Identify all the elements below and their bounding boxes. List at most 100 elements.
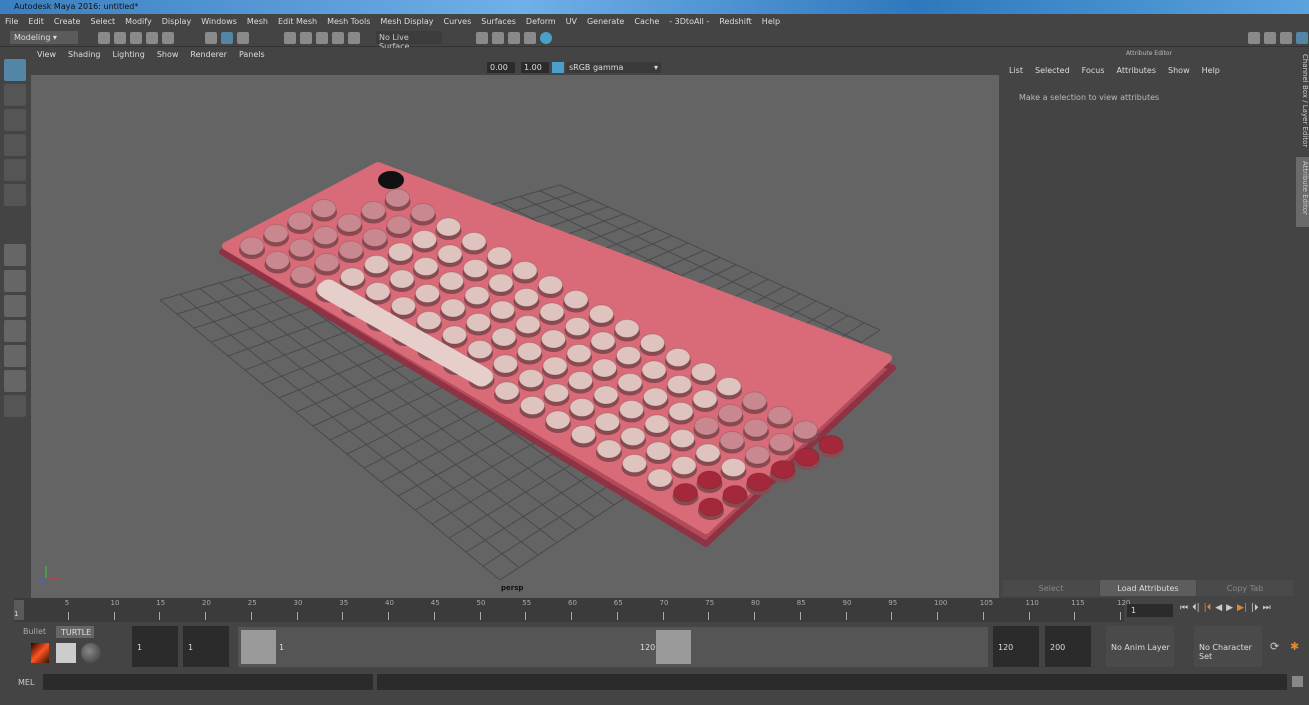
custom-layout-icon[interactable] (4, 395, 26, 417)
menu-curves[interactable]: Curves (438, 14, 476, 29)
range-end-handle[interactable] (656, 630, 691, 664)
step-back-key-icon[interactable]: |⏴ (1204, 603, 1212, 613)
script-editor-icon[interactable] (1292, 676, 1303, 687)
menu-help[interactable]: Help (757, 14, 785, 29)
render-view-icon[interactable] (524, 32, 536, 44)
menu-select[interactable]: Select (85, 14, 120, 29)
attr-menu-help[interactable]: Help (1196, 64, 1226, 77)
menu-mesh[interactable]: Mesh (242, 14, 273, 29)
select-button[interactable]: Select (1003, 580, 1099, 596)
exposure-field[interactable]: 0.00 (487, 62, 515, 73)
select-object-icon[interactable] (221, 32, 233, 44)
color-space-dropdown[interactable]: sRGB gamma ▾ (566, 62, 661, 73)
select-component-icon[interactable] (237, 32, 249, 44)
menu-generate[interactable]: Generate (582, 14, 629, 29)
menu-create[interactable]: Create (49, 14, 86, 29)
lasso-tool-icon[interactable] (4, 84, 26, 106)
go-to-end-icon[interactable]: ⏭ (1263, 603, 1271, 613)
step-forward-icon[interactable]: |⏵ (1251, 603, 1259, 613)
panel-menu-shading[interactable]: Shading (62, 48, 107, 60)
go-to-start-icon[interactable]: ⏮ (1180, 603, 1188, 613)
live-surface-field[interactable]: No Live Surface (376, 31, 442, 51)
anim-layer-dropdown[interactable]: No Anim Layer (1106, 626, 1174, 667)
toggle-tool-icon[interactable] (1280, 32, 1292, 44)
menu-surfaces[interactable]: Surfaces (476, 14, 521, 29)
paint-select-tool-icon[interactable] (4, 109, 26, 131)
save-scene-icon[interactable] (130, 32, 142, 44)
attr-menu-focus[interactable]: Focus (1076, 64, 1111, 77)
panel-menu-show[interactable]: Show (151, 48, 185, 60)
menu-cache[interactable]: Cache (629, 14, 664, 29)
3d-viewport[interactable]: persp (31, 75, 999, 598)
menu-mesh-display[interactable]: Mesh Display (375, 14, 438, 29)
panel-menu-view[interactable]: View (31, 48, 62, 60)
graph-layout-icon[interactable] (4, 345, 26, 367)
playback-end-field[interactable]: 120 (993, 626, 1039, 667)
rotate-tool-icon[interactable] (4, 159, 26, 181)
toggle-layout-icon[interactable] (1248, 32, 1260, 44)
start-time-field[interactable]: 1 (132, 626, 178, 667)
ipr-render-icon[interactable] (508, 32, 520, 44)
render-settings-icon[interactable] (476, 32, 488, 44)
menu-modify[interactable]: Modify (120, 14, 157, 29)
hypershade-icon[interactable] (540, 32, 552, 44)
menu-redshift[interactable]: Redshift (714, 14, 756, 29)
play-backward-icon[interactable]: ◀ (1215, 603, 1222, 613)
snap-view-icon[interactable] (332, 32, 344, 44)
menu-3dtoall[interactable]: - 3DtoAll - (664, 14, 714, 29)
select-tool-icon[interactable] (4, 59, 26, 81)
new-scene-icon[interactable] (98, 32, 110, 44)
tab-attribute-editor[interactable]: Attribute Editor (1296, 157, 1309, 227)
anim-prefs-icon[interactable]: ✱ (1290, 640, 1299, 653)
color-management-icon[interactable] (552, 62, 564, 73)
toggle-panel-icon[interactable] (1264, 32, 1276, 44)
menu-file[interactable]: File (0, 14, 23, 29)
menu-windows[interactable]: Windows (196, 14, 242, 29)
single-view-layout-icon[interactable] (4, 244, 26, 266)
attr-menu-selected[interactable]: Selected (1029, 64, 1076, 77)
render-frame-icon[interactable] (492, 32, 504, 44)
snap-grid-icon[interactable] (284, 32, 296, 44)
menu-deform[interactable]: Deform (521, 14, 561, 29)
menu-display[interactable]: Display (157, 14, 197, 29)
menu-set-dropdown[interactable]: Modeling ▾ (10, 31, 78, 44)
panel-menu-renderer[interactable]: Renderer (184, 48, 233, 60)
panel-menu-lighting[interactable]: Lighting (106, 48, 150, 60)
move-tool-icon[interactable] (4, 134, 26, 156)
attribute-editor-toggle-icon[interactable] (1296, 32, 1308, 44)
tab-channel-box[interactable]: Channel Box / Layer Editor (1296, 50, 1309, 155)
current-frame-field[interactable]: 1 (1127, 604, 1173, 617)
range-slider[interactable]: 1 120 (238, 627, 988, 667)
menu-edit[interactable]: Edit (23, 14, 49, 29)
command-language-label[interactable]: MEL (18, 678, 34, 687)
scene-canvas[interactable] (31, 75, 999, 598)
shelf-sphere-icon[interactable] (81, 643, 101, 663)
auto-key-icon[interactable]: ⟳ (1270, 640, 1279, 653)
shelf-tab-turtle[interactable]: TURTLE (56, 626, 94, 638)
hypershade-layout-icon[interactable] (4, 370, 26, 392)
scale-tool-icon[interactable] (4, 184, 26, 206)
four-view-layout-icon[interactable] (4, 270, 26, 292)
menu-mesh-tools[interactable]: Mesh Tools (322, 14, 375, 29)
playback-start-field[interactable]: 1 (183, 626, 229, 667)
panel-menu-panels[interactable]: Panels (233, 48, 271, 60)
attr-menu-attributes[interactable]: Attributes (1111, 64, 1163, 77)
menu-uv[interactable]: UV (561, 14, 582, 29)
copy-tab-button[interactable]: Copy Tab (1197, 580, 1293, 596)
command-line-input[interactable] (43, 674, 373, 690)
redo-icon[interactable] (162, 32, 174, 44)
character-set-dropdown[interactable]: No Character Set (1194, 626, 1262, 667)
step-forward-key-icon[interactable]: ▶| (1237, 603, 1247, 613)
shelf-fire-icon[interactable] (31, 643, 49, 663)
time-slider[interactable]: 1 5 10 15 20 25 30 35 40 45 50 55 60 65 70 75 80 85 90 95 1… (14, 598, 1130, 622)
range-start-handle[interactable] (241, 630, 276, 664)
outliner-layout-icon[interactable] (4, 320, 26, 342)
snap-point-icon[interactable] (316, 32, 328, 44)
select-hierarchy-icon[interactable] (205, 32, 217, 44)
two-view-layout-icon[interactable] (4, 295, 26, 317)
shelf-material-icon[interactable] (56, 643, 76, 663)
menu-edit-mesh[interactable]: Edit Mesh (273, 14, 322, 29)
shelf-tab-bullet[interactable]: Bullet (22, 626, 50, 637)
step-back-icon[interactable]: ⏴| (1192, 603, 1200, 613)
gamma-field[interactable]: 1.00 (521, 62, 549, 73)
